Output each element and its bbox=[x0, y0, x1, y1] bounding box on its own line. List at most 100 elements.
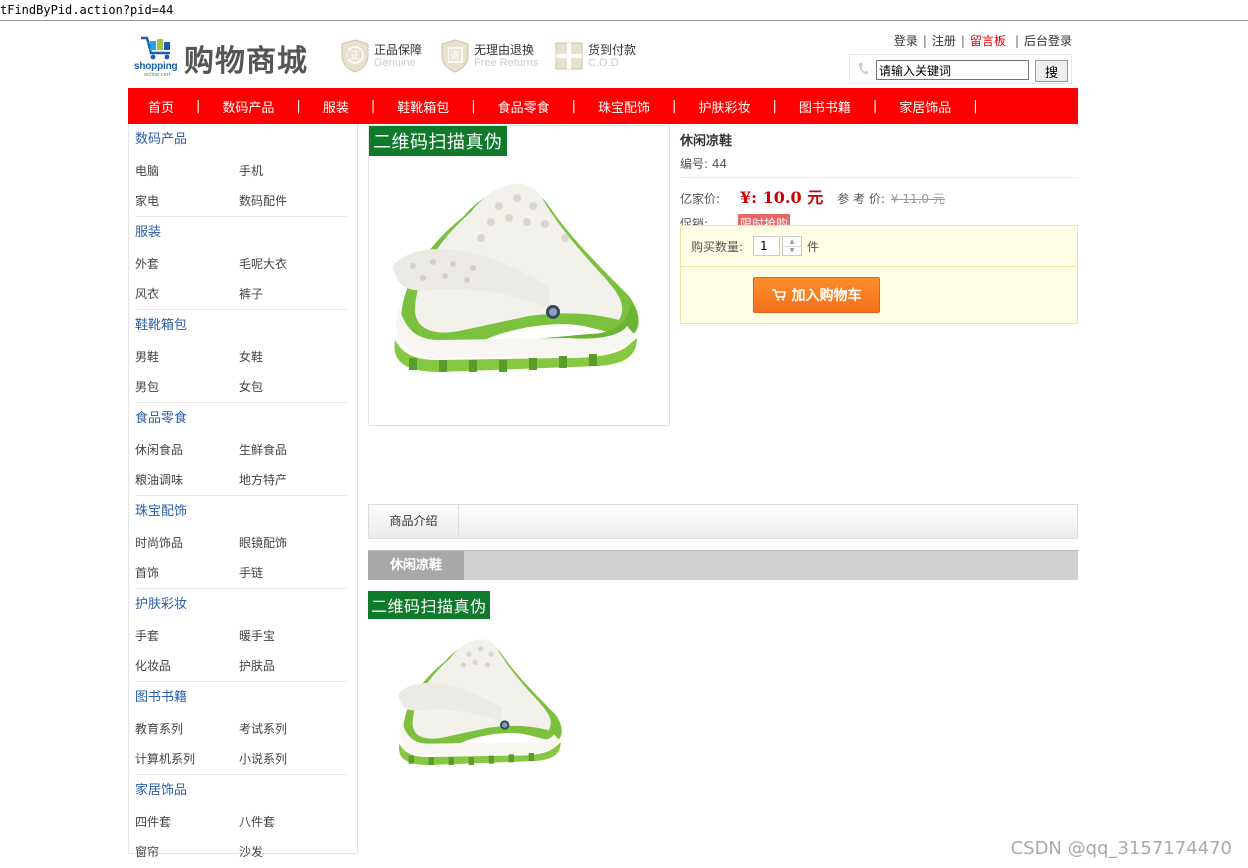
category-title[interactable]: 图书书籍 bbox=[135, 682, 351, 714]
register-link[interactable]: 注册 bbox=[932, 34, 956, 48]
nav-item-shoes-bags[interactable]: 鞋靴箱包 | bbox=[397, 97, 497, 116]
category-link[interactable]: 地方特产 bbox=[239, 465, 343, 495]
category-link[interactable]: 手链 bbox=[239, 558, 343, 588]
category-link[interactable]: 电脑 bbox=[135, 156, 239, 186]
category-link[interactable]: 家电 bbox=[135, 186, 239, 216]
category-group: 家居饰品 四件套 八件套 窗帘 沙发 bbox=[129, 775, 357, 867]
add-to-cart-button[interactable]: 加入购物车 bbox=[753, 277, 880, 313]
phone-icon bbox=[859, 63, 868, 75]
category-title[interactable]: 家居饰品 bbox=[135, 775, 351, 807]
logo-word: shopping bbox=[134, 61, 178, 72]
tab-product-intro[interactable]: 商品介绍 bbox=[369, 505, 459, 538]
category-link[interactable]: 男包 bbox=[135, 372, 239, 402]
category-title[interactable]: 服装 bbox=[135, 217, 351, 249]
nav-item-books[interactable]: 图书书籍 | bbox=[799, 97, 899, 116]
stepper-down-icon[interactable]: ▼ bbox=[783, 245, 802, 256]
top-links: 登录 | 注册 | 留言板 | 后台登录 bbox=[893, 34, 1072, 48]
product-name: 休闲凉鞋 bbox=[680, 134, 733, 149]
category-link[interactable]: 裤子 bbox=[239, 279, 343, 309]
category-link[interactable]: 首饰 bbox=[135, 558, 239, 588]
quantity-row: 购买数量: 1 ▲ ▼ 件 bbox=[681, 226, 1077, 267]
nav-item-cosmetics[interactable]: 护肤彩妆 | bbox=[698, 97, 798, 116]
category-link[interactable]: 暖手宝 bbox=[239, 621, 343, 651]
category-link[interactable]: 手机 bbox=[239, 156, 343, 186]
promise-en: Genuine bbox=[374, 57, 416, 69]
search-input[interactable] bbox=[876, 60, 1029, 80]
admin-login-link[interactable]: 后台登录 bbox=[1024, 34, 1072, 48]
nav-item-digital[interactable]: 数码产品 | bbox=[222, 97, 322, 116]
site-logo[interactable]: shopping online cart bbox=[134, 35, 182, 78]
product-info: 休闲凉鞋 编号: 44 亿家价: ¥: 10.0 元 参 考 价: ¥ 11.0… bbox=[680, 125, 1078, 233]
category-link[interactable]: 女包 bbox=[239, 372, 343, 402]
promise-en: Free Returns bbox=[474, 57, 539, 69]
shield-badge-icon: 正 bbox=[341, 39, 369, 73]
category-link[interactable]: 窗帘 bbox=[135, 837, 239, 867]
category-link[interactable]: 教育系列 bbox=[135, 714, 239, 744]
reference-price-label: 参 考 价: bbox=[837, 192, 885, 206]
svg-text:正: 正 bbox=[350, 51, 360, 62]
gift-box-icon: 货 bbox=[555, 42, 583, 70]
category-link[interactable]: 八件套 bbox=[239, 807, 343, 837]
sale-price-label: 亿家价: bbox=[680, 192, 721, 206]
category-link[interactable]: 手套 bbox=[135, 621, 239, 651]
search-button[interactable]: 搜 bbox=[1035, 60, 1068, 82]
url-text: tFindByPid.action?pid=44 bbox=[0, 3, 174, 17]
stepper-up-icon[interactable]: ▲ bbox=[783, 237, 801, 246]
category-link[interactable]: 计算机系列 bbox=[135, 744, 239, 774]
category-link[interactable]: 眼镜配饰 bbox=[239, 528, 343, 558]
login-link[interactable]: 登录 bbox=[894, 34, 918, 48]
category-link[interactable]: 考试系列 bbox=[239, 714, 343, 744]
nav-item-home[interactable]: 首页 | bbox=[148, 97, 222, 116]
category-link[interactable]: 四件套 bbox=[135, 807, 239, 837]
category-title[interactable]: 珠宝配饰 bbox=[135, 496, 351, 528]
category-link[interactable]: 时尚饰品 bbox=[135, 528, 239, 558]
category-link[interactable]: 粮油调味 bbox=[135, 465, 239, 495]
shopping-cart-logo-icon bbox=[141, 36, 170, 60]
category-group: 鞋靴箱包 男鞋 女鞋 男包 女包 bbox=[129, 310, 357, 403]
category-link[interactable]: 风衣 bbox=[135, 279, 239, 309]
category-title[interactable]: 护肤彩妆 bbox=[135, 589, 351, 621]
category-link[interactable]: 沙发 bbox=[239, 837, 343, 867]
guestbook-link[interactable]: 留言板 bbox=[970, 34, 1006, 48]
nav-item-food[interactable]: 食品零食 | bbox=[498, 97, 598, 116]
category-group: 数码产品 电脑 手机 家电 数码配件 bbox=[129, 124, 357, 217]
quantity-stepper[interactable]: ▲ ▼ bbox=[782, 236, 803, 256]
category-link[interactable]: 女鞋 bbox=[239, 342, 343, 372]
category-group: 服装 外套 毛呢大衣 风衣 裤子 bbox=[129, 217, 357, 310]
category-link[interactable]: 化妆品 bbox=[135, 651, 239, 681]
category-title[interactable]: 数码产品 bbox=[135, 124, 351, 156]
nav-item-home-decor[interactable]: 家居饰品 | bbox=[899, 97, 999, 116]
category-link[interactable]: 外套 bbox=[135, 249, 239, 279]
category-group: 图书书籍 教育系列 考试系列 计算机系列 小说系列 bbox=[129, 682, 357, 775]
search-box: 搜 bbox=[849, 54, 1072, 84]
nav-item-clothing[interactable]: 服装 | bbox=[323, 97, 397, 116]
category-title[interactable]: 鞋靴箱包 bbox=[135, 310, 351, 342]
promise-en: C.O.D bbox=[588, 57, 619, 69]
product-number-value: 44 bbox=[711, 157, 728, 171]
category-group: 护肤彩妆 手套 暖手宝 化妆品 护肤品 bbox=[129, 589, 357, 682]
quantity-label: 购买数量: bbox=[691, 239, 744, 254]
category-link[interactable]: 休闲食品 bbox=[135, 435, 239, 465]
csdn-watermark: CSDN @qq_3157174470 bbox=[1010, 838, 1232, 859]
product-image[interactable]: 二维码扫描真伪 bbox=[368, 125, 670, 426]
category-link[interactable]: 数码配件 bbox=[239, 186, 343, 216]
sandal-image bbox=[398, 639, 562, 765]
address-bar[interactable]: tFindByPid.action?pid=44 bbox=[0, 0, 1248, 21]
svg-text:退: 退 bbox=[450, 50, 460, 62]
page-container: shopping online cart 购物商城 正 正品保障 Genuine… bbox=[128, 21, 1078, 859]
price-row: 亿家价: ¥: 10.0 元 参 考 价: ¥ 11.0 元 bbox=[680, 184, 1078, 208]
nav-item-jewelry[interactable]: 珠宝配饰 | bbox=[598, 97, 698, 116]
add-to-cart-label: 加入购物车 bbox=[791, 288, 862, 304]
quantity-input[interactable]: 1 bbox=[753, 236, 781, 256]
category-link[interactable]: 毛呢大衣 bbox=[239, 249, 343, 279]
site-title: 购物商城 bbox=[184, 44, 308, 79]
category-link[interactable]: 小说系列 bbox=[239, 744, 343, 774]
category-title[interactable]: 食品零食 bbox=[135, 403, 351, 435]
category-link[interactable]: 护肤品 bbox=[239, 651, 343, 681]
category-link[interactable]: 男鞋 bbox=[135, 342, 239, 372]
category-group: 珠宝配饰 时尚饰品 眼镜配饰 首饰 手链 bbox=[129, 496, 357, 589]
detail-title: 休闲凉鞋 bbox=[368, 551, 464, 580]
promise-cn: 无理由退换 bbox=[474, 43, 535, 57]
category-link[interactable]: 生鲜食品 bbox=[239, 435, 343, 465]
purchase-box: 购买数量: 1 ▲ ▼ 件 加入购物车 bbox=[680, 225, 1078, 324]
